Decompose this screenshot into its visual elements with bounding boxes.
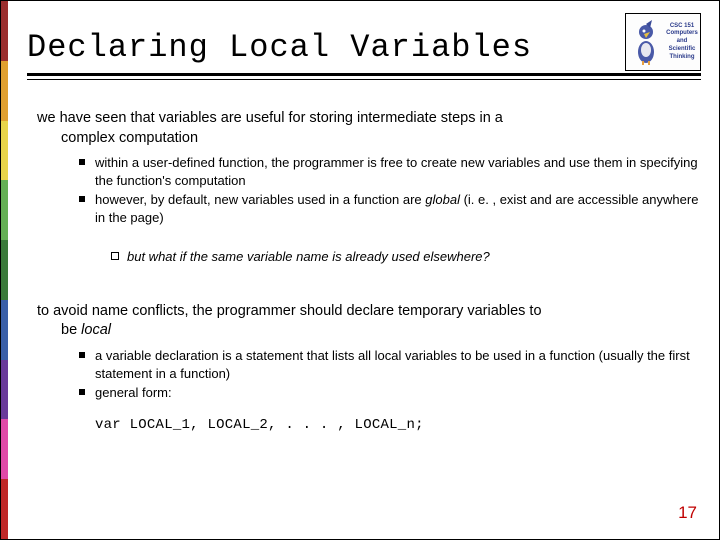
- para2-line2: be local: [37, 321, 699, 341]
- course-logo-text: CSC 151 Computers and Scientific Thinkin…: [666, 23, 700, 62]
- paragraph-2: to avoid name conflicts, the programmer …: [37, 302, 699, 341]
- course-code: CSC 151: [666, 23, 698, 31]
- bullet-1a: within a user-defined function, the prog…: [37, 154, 699, 189]
- course-line3: Scientific: [666, 46, 698, 54]
- course-line1: Computers: [666, 30, 698, 38]
- bullet-1b-em: global: [425, 192, 460, 207]
- course-line2: and: [666, 38, 698, 46]
- slide-title: Declaring Local Variables: [27, 29, 532, 66]
- para2-line1: to avoid name conflicts, the programmer …: [37, 303, 542, 319]
- slide-body: we have seen that variables are useful f…: [37, 109, 699, 435]
- para2-local: local: [81, 322, 111, 338]
- para1-line2: complex computation: [37, 129, 699, 149]
- bullet-2b: general form:: [37, 384, 699, 402]
- bullet-1b-pre: however, by default, new variables used …: [95, 192, 425, 207]
- code-example: var LOCAL_1, LOCAL_2, . . . , LOCAL_n;: [37, 416, 699, 435]
- sub-bullet-1: but what if the same variable name is al…: [37, 248, 699, 266]
- para2-be: be: [61, 322, 81, 338]
- sub-bullet-1-text: but what if the same variable name is al…: [127, 249, 490, 264]
- paragraph-1: we have seen that variables are useful f…: [37, 109, 699, 148]
- mascot-icon: [626, 14, 666, 70]
- course-line4: Thinking: [666, 54, 698, 62]
- bullet-1b: however, by default, new variables used …: [37, 191, 699, 226]
- bullet-2a: a variable declaration is a statement th…: [37, 347, 699, 382]
- course-logo: CSC 151 Computers and Scientific Thinkin…: [625, 13, 701, 71]
- para1-line1: we have seen that variables are useful f…: [37, 110, 503, 126]
- title-rule-thin: [27, 79, 701, 80]
- slide: Declaring Local Variables CSC 151 Comput…: [0, 0, 720, 540]
- color-sidebar: [1, 1, 8, 539]
- title-rule-thick: [27, 73, 701, 76]
- page-number: 17: [678, 503, 697, 523]
